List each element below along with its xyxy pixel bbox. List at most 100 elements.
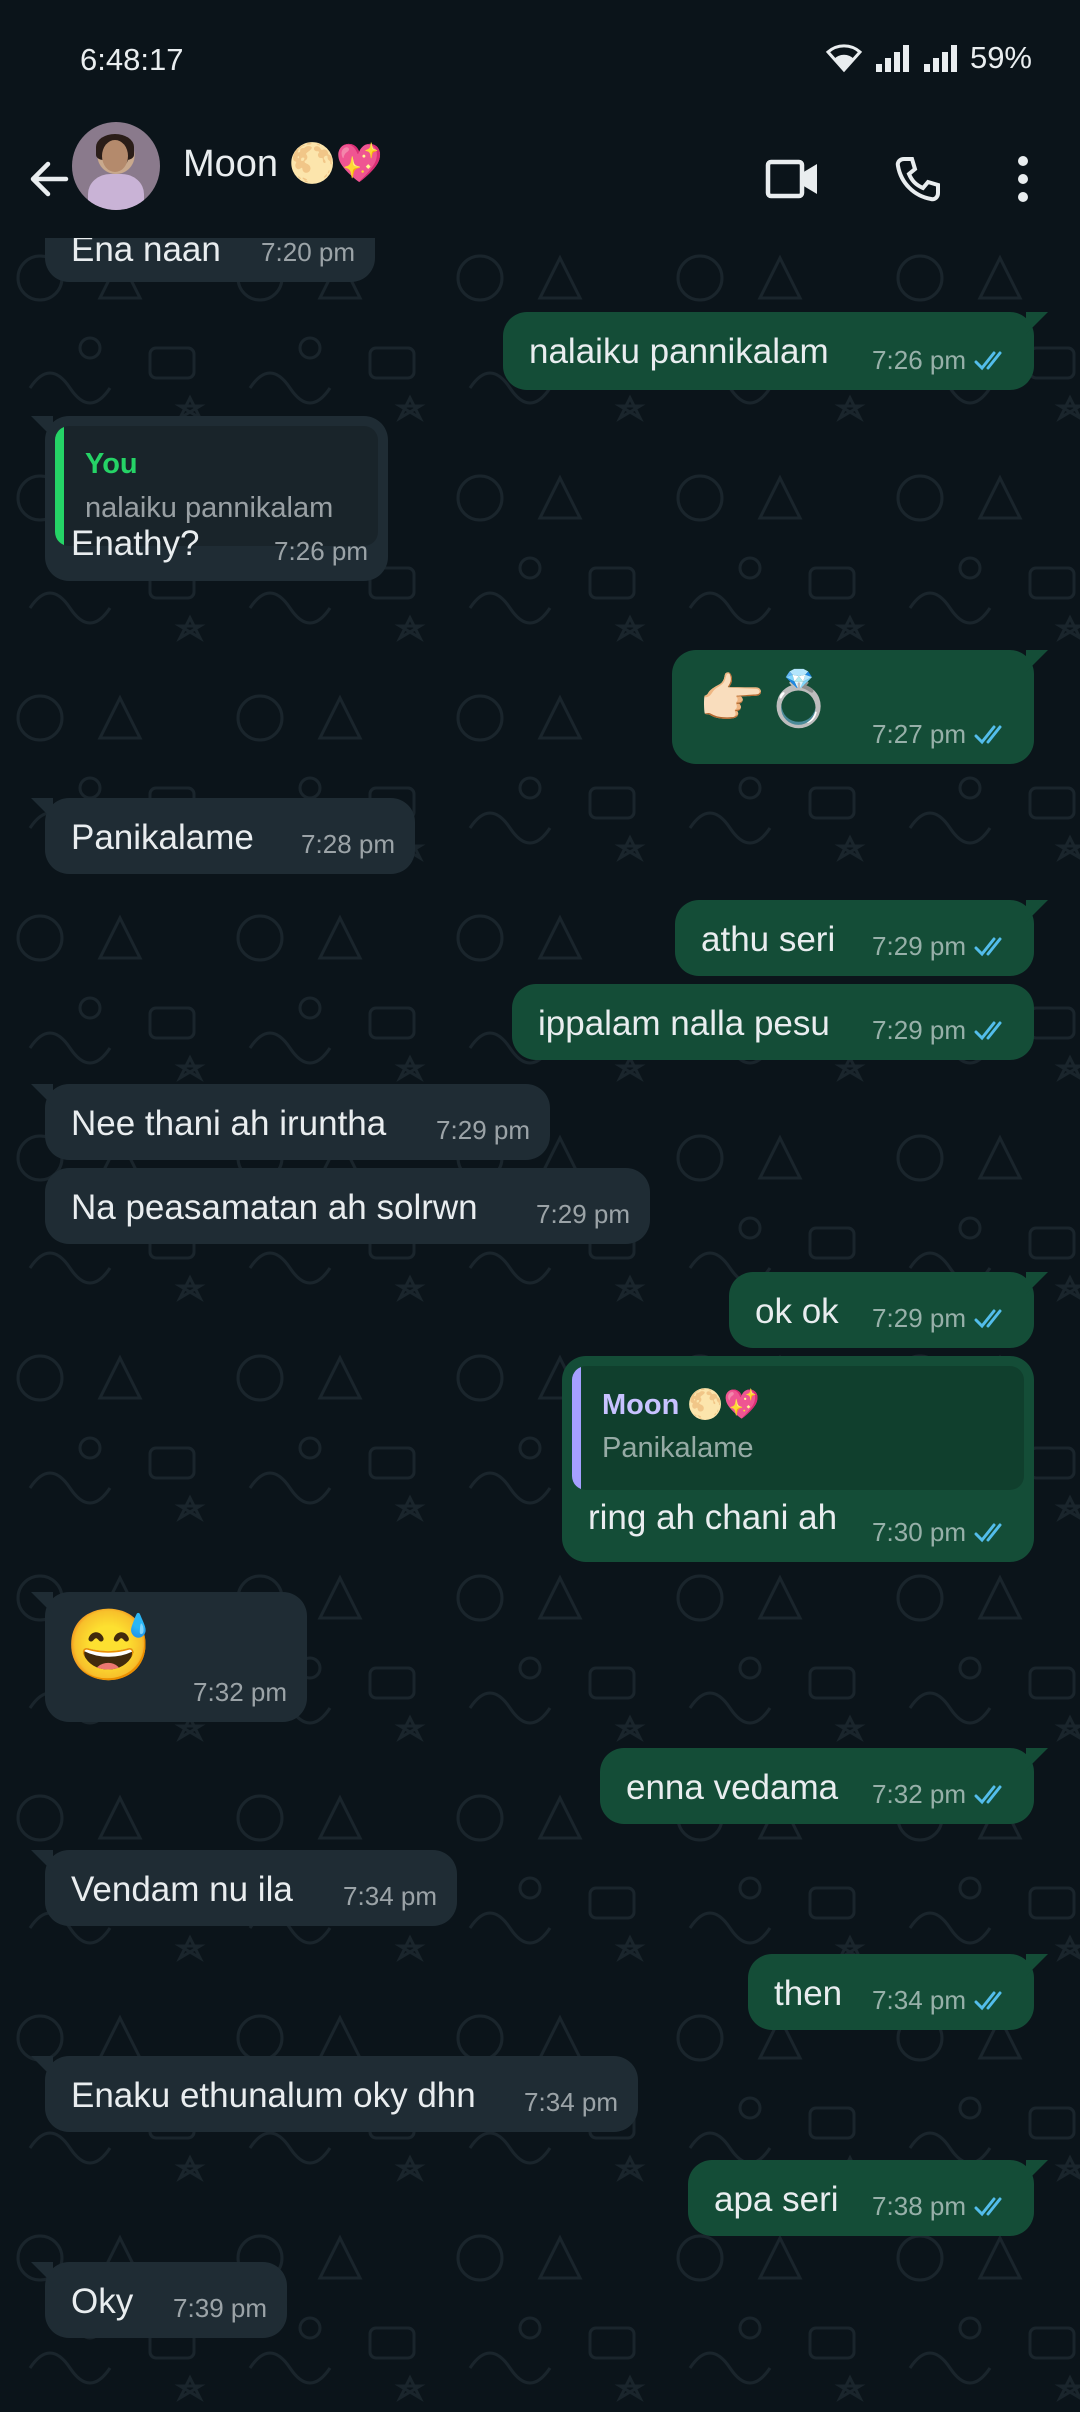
message-time: 7:20 pm: [261, 238, 355, 267]
message-meta: 7:29 pm: [536, 1199, 630, 1230]
signal-icon-2: [923, 45, 957, 72]
message-text: apa seri: [714, 2180, 839, 2219]
message-time: 7:38 pm: [872, 2191, 966, 2221]
message-incoming[interactable]: Na peasamatan ah solrwn 7:29 pm: [45, 1168, 650, 1244]
message-time: 7:29 pm: [436, 1115, 530, 1145]
quoted-text: Panikalame: [602, 1432, 754, 1464]
message-outgoing[interactable]: athu seri 7:29 pm: [675, 900, 1048, 976]
message-emoji: 😅: [65, 1606, 153, 1684]
status-bar: 6:48:17 59%: [0, 0, 1080, 120]
message-text: Oky: [71, 2282, 134, 2321]
contact-name[interactable]: Moon 🌕💖: [183, 142, 383, 186]
read-receipt-icon: [974, 351, 1002, 370]
message-time: 7:34 pm: [524, 2087, 618, 2117]
read-receipt-icon: [974, 1991, 1002, 2010]
message-text: nalaiku pannikalam: [529, 332, 829, 371]
message-text: ok ok: [755, 1292, 839, 1331]
message-meta: 7:39 pm: [173, 2293, 267, 2324]
video-call-button[interactable]: [758, 144, 828, 214]
message-incoming[interactable]: 😅 7:32 pm: [31, 1592, 307, 1722]
message-time: 7:32 pm: [193, 1677, 287, 1707]
message-text: Na peasamatan ah solrwn: [71, 1188, 478, 1227]
message-meta: 7:26 pm: [872, 345, 1014, 376]
message-time: 7:29 pm: [872, 1303, 966, 1333]
message-time: 7:27 pm: [872, 719, 966, 749]
message-meta: 7:29 pm: [872, 931, 1014, 962]
message-incoming[interactable]: Ena naan 7:20 pm: [45, 238, 375, 282]
message-time: 7:34 pm: [872, 1985, 966, 2015]
message-text: ippalam nalla pesu: [538, 1004, 830, 1043]
message-time: 7:29 pm: [872, 931, 966, 961]
message-time: 7:34 pm: [343, 1881, 437, 1911]
read-receipt-icon: [974, 2197, 1002, 2216]
read-receipt-icon: [974, 1021, 1002, 1040]
message-meta: 7:32 pm: [193, 1677, 287, 1708]
message-text: then: [774, 1974, 843, 2013]
message-outgoing[interactable]: ippalam nalla pesu 7:29 pm: [512, 984, 1034, 1060]
message-incoming[interactable]: Panikalame 7:28 pm: [31, 798, 415, 874]
message-outgoing[interactable]: ok ok 7:29 pm: [729, 1272, 1048, 1348]
voice-call-button[interactable]: [883, 144, 953, 214]
message-meta: 7:34 pm: [872, 1985, 1014, 2016]
message-incoming[interactable]: Oky 7:39 pm: [31, 2262, 287, 2338]
message-incoming-reply[interactable]: You nalaiku pannikalam Enathy? 7:26 pm: [31, 416, 388, 581]
message-time: 7:28 pm: [301, 829, 395, 859]
message-text: Panikalame: [71, 818, 254, 857]
message-outgoing[interactable]: then 7:34 pm: [748, 1954, 1048, 2030]
message-meta: 7:29 pm: [436, 1115, 530, 1146]
contact-avatar[interactable]: [72, 122, 160, 210]
message-meta: 7:20 pm: [261, 238, 355, 268]
read-receipt-icon: [974, 1309, 1002, 1328]
message-time: 7:26 pm: [274, 536, 368, 566]
message-meta: 7:30 pm: [872, 1517, 1014, 1548]
chat-area[interactable]: Ena naan 7:20 pm nalaiku pannikalam 7:26…: [0, 238, 1080, 2412]
quoted-sender: Moon 🌕💖: [602, 1389, 760, 1421]
message-meta: 7:27 pm: [872, 719, 1014, 750]
message-incoming[interactable]: Vendam nu ila 7:34 pm: [31, 1850, 457, 1926]
message-meta: 7:38 pm: [872, 2191, 1014, 2222]
message-text: Vendam nu ila: [71, 1870, 293, 1909]
message-meta: 7:29 pm: [872, 1303, 1014, 1334]
message-meta: 7:34 pm: [524, 2087, 618, 2118]
message-time: 7:32 pm: [872, 1779, 966, 1809]
message-outgoing-reply[interactable]: Moon 🌕💖 Panikalame ring ah chani ah 7:30…: [562, 1356, 1034, 1562]
message-incoming[interactable]: Nee thani ah iruntha 7:29 pm: [31, 1084, 550, 1160]
message-text: Enathy?: [71, 524, 200, 563]
chat-header: Moon 🌕💖: [0, 120, 1080, 238]
message-text: enna vedama: [626, 1768, 839, 1807]
read-receipt-icon: [974, 725, 1002, 744]
message-meta: 7:34 pm: [343, 1881, 437, 1912]
read-receipt-icon: [974, 1523, 1002, 1542]
quoted-sender: You: [85, 448, 138, 480]
status-icons: 59%: [824, 40, 1032, 76]
read-receipt-icon: [974, 1785, 1002, 1804]
message-meta: 7:29 pm: [872, 1015, 1014, 1046]
message-text: 👉🏻💍: [698, 669, 833, 729]
message-outgoing[interactable]: 👉🏻💍 7:27 pm: [672, 650, 1048, 764]
message-text: Ena naan: [71, 238, 221, 269]
message-incoming[interactable]: Enaku ethunalum oky dhn 7:34 pm: [31, 2056, 638, 2132]
quoted-text: nalaiku pannikalam: [85, 492, 334, 524]
message-outgoing[interactable]: enna vedama 7:32 pm: [600, 1748, 1048, 1824]
status-time: 6:48:17: [80, 42, 184, 77]
battery-percentage: 59%: [969, 40, 1032, 75]
message-time: 7:29 pm: [536, 1199, 630, 1229]
message-outgoing[interactable]: nalaiku pannikalam 7:26 pm: [503, 312, 1048, 390]
message-outgoing[interactable]: apa seri 7:38 pm: [688, 2160, 1048, 2236]
message-meta: 7:28 pm: [301, 829, 395, 860]
read-receipt-icon: [974, 937, 1002, 956]
quoted-message[interactable]: Moon 🌕💖 Panikalame: [572, 1366, 1024, 1490]
message-text: Nee thani ah iruntha: [71, 1104, 387, 1143]
message-text: athu seri: [701, 920, 836, 959]
signal-icon-1: [875, 45, 909, 72]
message-text: ring ah chani ah: [588, 1498, 838, 1537]
message-meta: 7:32 pm: [872, 1779, 1014, 1810]
back-arrow-icon: [30, 161, 69, 197]
more-options-button[interactable]: [988, 144, 1058, 214]
message-time: 7:30 pm: [872, 1517, 966, 1547]
message-text: Enaku ethunalum oky dhn: [71, 2076, 476, 2115]
wifi-icon: [825, 44, 863, 73]
message-time: 7:39 pm: [173, 2293, 267, 2323]
message-time: 7:26 pm: [872, 345, 966, 375]
video-call-icon: [765, 159, 817, 199]
